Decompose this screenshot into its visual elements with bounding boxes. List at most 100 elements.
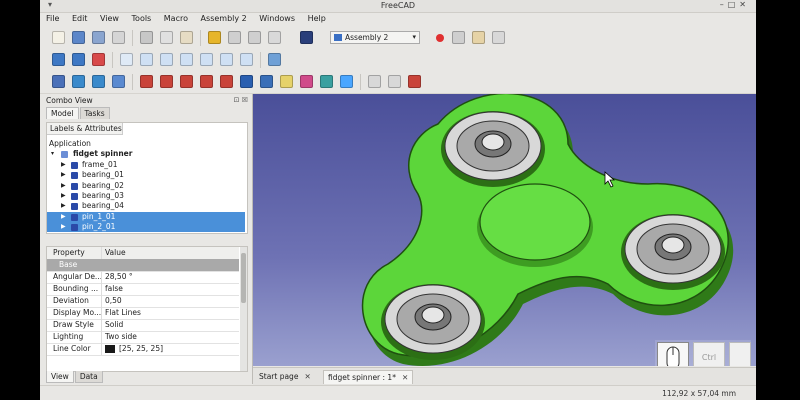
tree-item[interactable]: ▶ bearing_04	[47, 201, 245, 211]
menu-view[interactable]: View	[94, 13, 123, 23]
copy-icon[interactable]	[160, 31, 173, 44]
menu-assembly2[interactable]: Assembly 2	[195, 13, 251, 23]
scroll-thumb[interactable]	[241, 253, 246, 303]
tab-data[interactable]: Data	[74, 371, 103, 383]
expand-arrow-icon[interactable]: ▶	[61, 160, 66, 170]
workbench-selector[interactable]: Assembly 2 ▾	[330, 31, 420, 44]
view-left-icon[interactable]	[240, 53, 253, 66]
bearing-top[interactable]	[441, 111, 545, 187]
view-top-icon[interactable]	[160, 53, 173, 66]
property-value-cell[interactable]: false	[105, 283, 123, 295]
cut-icon[interactable]	[140, 31, 153, 44]
draw-style-icon[interactable]	[92, 53, 105, 66]
warning-icon[interactable]	[368, 75, 381, 88]
expand-arrow-icon[interactable]: ▶	[61, 212, 66, 222]
circular-edge-constraint-icon[interactable]	[140, 75, 153, 88]
import-part-icon[interactable]	[52, 75, 65, 88]
tab-tasks[interactable]: Tasks	[79, 107, 110, 119]
toggle-transparency-icon[interactable]	[300, 75, 313, 88]
menu-tools[interactable]: Tools	[126, 13, 156, 23]
tree-item[interactable]: ▶ bearing_01	[47, 170, 245, 180]
tree-item[interactable]: ▶ frame_01	[47, 160, 245, 170]
run-macro-icon[interactable]	[492, 31, 505, 44]
view-isometric-icon[interactable]	[120, 53, 133, 66]
property-value-cell[interactable]: 28,50 °	[105, 271, 133, 283]
menu-macro[interactable]: Macro	[158, 13, 192, 23]
3d-viewport[interactable]: Ctrl	[253, 94, 756, 366]
fidget-spinner-model[interactable]	[253, 94, 756, 366]
partlist-icon[interactable]	[280, 75, 293, 88]
panel-buttons[interactable]: ⊡ ☒	[234, 96, 248, 104]
view-front-icon[interactable]	[140, 53, 153, 66]
solve-icon[interactable]	[260, 75, 273, 88]
save-file-icon[interactable]	[92, 31, 105, 44]
expand-arrow-icon[interactable]: ▶	[61, 170, 66, 180]
color-swatch[interactable]	[105, 345, 115, 353]
tree-item[interactable]: ▶ pin_2_01	[47, 221, 245, 232]
macro-star-icon[interactable]	[208, 31, 221, 44]
property-value-cell[interactable]: Two side	[105, 331, 137, 343]
print-icon[interactable]	[112, 31, 125, 44]
refresh-icon[interactable]	[268, 31, 281, 44]
undo-icon[interactable]	[228, 31, 241, 44]
property-scrollbar[interactable]	[240, 247, 247, 371]
tree-item[interactable]: ▶ pin_1_01	[47, 211, 245, 222]
menu-windows[interactable]: Windows	[253, 13, 299, 23]
edit-macro-icon[interactable]	[472, 31, 485, 44]
tab-fidget-spinner[interactable]: fidget spinner : 1* ✕	[323, 370, 414, 384]
sphere-constraint-icon[interactable]	[220, 75, 233, 88]
measure-icon[interactable]	[268, 53, 281, 66]
labels-attributes-tab[interactable]: Labels & Attributes	[47, 123, 123, 135]
check-icon[interactable]	[340, 75, 353, 88]
property-value-cell[interactable]: Flat Lines	[105, 307, 141, 319]
animate-icon[interactable]	[240, 75, 253, 88]
duplicate-part-icon[interactable]	[112, 75, 125, 88]
redo-icon[interactable]	[248, 31, 261, 44]
expand-arrow-icon[interactable]: ▶	[61, 201, 66, 211]
menu-edit[interactable]: Edit	[66, 13, 92, 23]
property-value-cell[interactable]: [25, 25, 25]	[105, 343, 163, 355]
fit-selection-icon[interactable]	[72, 53, 85, 66]
stop-macro-icon[interactable]	[452, 31, 465, 44]
expand-arrow-icon[interactable]: ▶	[61, 181, 66, 191]
open-file-icon[interactable]	[72, 31, 85, 44]
degrees-of-freedom-icon[interactable]	[388, 75, 401, 88]
whats-this-icon[interactable]	[300, 31, 313, 44]
update-parts-icon[interactable]	[72, 75, 85, 88]
tree-item[interactable]: ▶ bearing_03	[47, 191, 245, 201]
property-group-label: Base	[59, 260, 78, 269]
property-value-cell[interactable]: 0,50	[105, 295, 122, 307]
paste-icon[interactable]	[180, 31, 193, 44]
bill-of-materials-icon[interactable]	[320, 75, 333, 88]
menu-help[interactable]: Help	[302, 13, 330, 23]
title-bar: ▾ FreeCAD –□✕	[40, 0, 756, 13]
close-icon[interactable]: ✕	[304, 372, 310, 381]
record-macro-icon[interactable]	[436, 34, 444, 42]
fit-all-icon[interactable]	[52, 53, 65, 66]
tab-model[interactable]: Model	[46, 107, 79, 119]
expand-arrow-icon[interactable]: ▶	[61, 191, 66, 201]
angle-constraint-icon[interactable]	[200, 75, 213, 88]
bearing-right[interactable]	[621, 214, 725, 290]
menu-file[interactable]: File	[40, 13, 63, 23]
tab-view[interactable]: View	[46, 371, 74, 383]
property-key: Angular De...	[53, 272, 101, 281]
tree-root-document[interactable]: ▾ fidget spinner	[47, 149, 245, 159]
close-icon[interactable]: ✕	[402, 373, 408, 382]
view-right-icon[interactable]	[180, 53, 193, 66]
expand-arrow-icon[interactable]: ▶	[61, 222, 66, 232]
expand-arrow-icon[interactable]: ▾	[51, 149, 54, 159]
clear-constraints-icon[interactable]	[408, 75, 421, 88]
bearing-bottom-left[interactable]	[381, 284, 485, 360]
axial-constraint-icon[interactable]	[180, 75, 193, 88]
view-rear-icon[interactable]	[200, 53, 213, 66]
property-row[interactable]: Line Color [25, 25, 25]	[47, 343, 239, 356]
tree-item[interactable]: ▶ bearing_02	[47, 181, 245, 191]
window-controls[interactable]: –□✕	[720, 0, 750, 9]
tab-start-page[interactable]: Start page ✕	[255, 370, 315, 383]
new-file-icon[interactable]	[52, 31, 65, 44]
property-value-cell[interactable]: Solid	[105, 319, 123, 331]
plane-constraint-icon[interactable]	[160, 75, 173, 88]
view-bottom-icon[interactable]	[220, 53, 233, 66]
move-part-icon[interactable]	[92, 75, 105, 88]
